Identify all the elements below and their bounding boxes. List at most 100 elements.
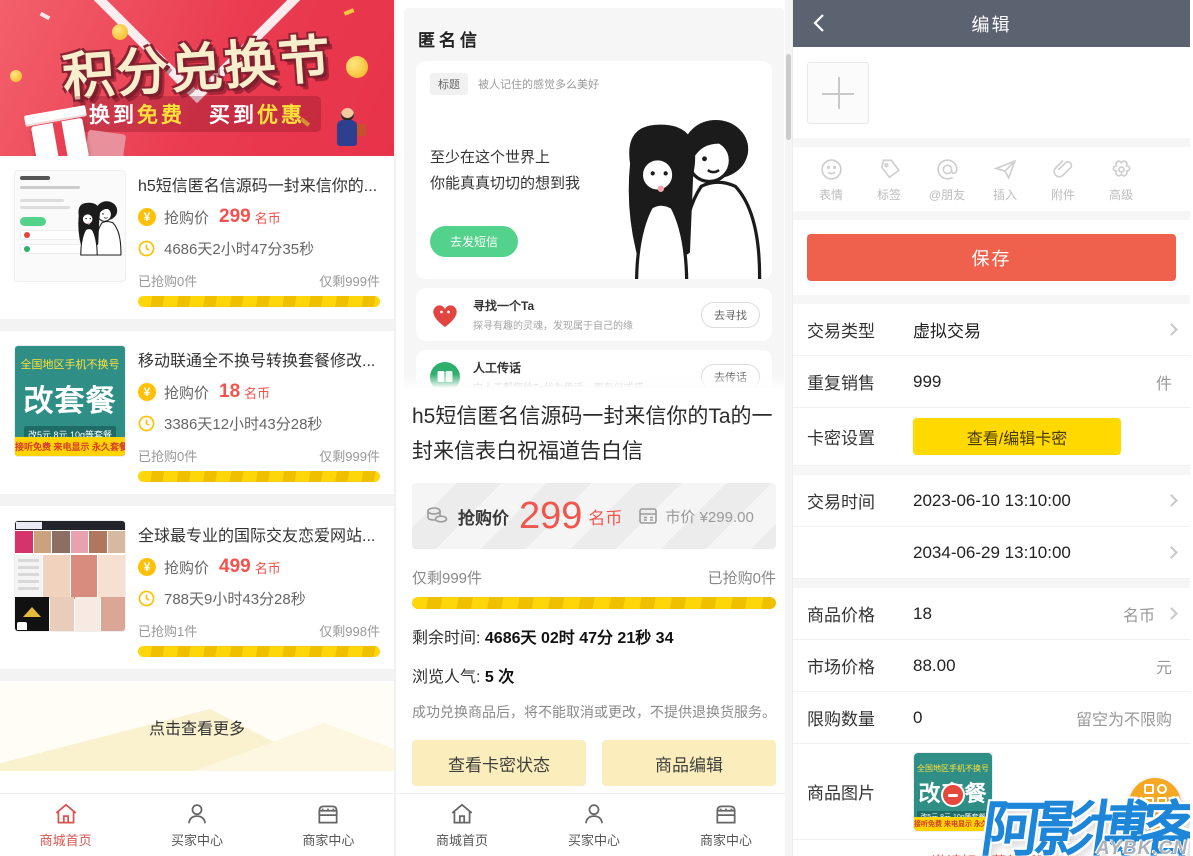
product-card[interactable]: 全球最专业的国际交友恋爱网站... ¥ 抢购价 499 名币 788天9小时43… (0, 506, 394, 669)
chevron-right-icon (1165, 607, 1178, 620)
send-letter-button[interactable]: 去发短信 (430, 226, 518, 257)
tag-tool[interactable]: 标签 (861, 157, 917, 203)
field-purchase-limit[interactable]: 限购数量 0 留空为不限购 (793, 692, 1190, 744)
tab-seller-center[interactable]: 商家中心 (660, 794, 792, 856)
views-value: 5 次 (485, 669, 514, 686)
field-market-price[interactable]: 市场价格 88.00 元 (793, 640, 1190, 692)
coin-deco (112, 24, 128, 40)
field-trade-type[interactable]: 交易类型 虚拟交易 (793, 304, 1190, 356)
preview-tag-text: 被人记住的感觉多么美好 (478, 76, 599, 92)
edit-product-button[interactable]: 商品编辑 (602, 740, 776, 786)
divider-band (793, 579, 1190, 588)
tab-buyer-center[interactable]: 买家中心 (528, 794, 660, 856)
coins-icon (426, 506, 448, 526)
promo-banner[interactable]: 积分兑换节 换到免费 买到优惠 (0, 0, 394, 156)
tab-seller-center[interactable]: 商家中心 (263, 794, 394, 856)
divider-band (0, 669, 394, 681)
purchase-limit-input[interactable]: 0 (913, 708, 1076, 728)
view-edit-cards-button[interactable]: 查看/编辑卡密 (913, 418, 1121, 455)
divider-band (0, 319, 394, 331)
price-box: 抢购价 299 名币 市价 ¥299.00 (412, 483, 776, 549)
countdown-text: 4686天2小时47分35秒 (164, 238, 314, 259)
field-trade-time-end[interactable]: 2034-06-29 13:10:00 (793, 527, 1190, 579)
product-image (14, 520, 126, 632)
view-card-status-button[interactable]: 查看卡密状态 (412, 740, 586, 786)
tab-mall-home[interactable]: 商城首页 (396, 794, 528, 856)
smiley-icon (819, 157, 844, 182)
repeat-sale-input[interactable]: 999 (913, 372, 1156, 392)
chevron-right-icon (1165, 494, 1178, 507)
preview-slogan: 至少在这个世界上 你能真真切切的想到我 (430, 145, 580, 196)
divider-band (793, 466, 1190, 475)
detail-product-title: h5短信匿名信源码一封来信你的Ta的一封来信表白祝福道告白信 (396, 388, 792, 469)
person-icon (581, 801, 607, 827)
remain-count: 仅剩998件 (319, 621, 380, 640)
market-price-input[interactable]: 88.00 (913, 656, 1156, 676)
product-image-thumbnail[interactable]: 全国地区手机不换号 改套餐 改5元 8元 10g等套餐 接听免费 来电显示 永久… (913, 752, 993, 832)
divider-band (793, 295, 1190, 304)
remove-image-button[interactable] (941, 783, 965, 807)
save-button[interactable]: 保存 (807, 234, 1176, 281)
back-icon[interactable] (809, 12, 831, 34)
editor-toolbar: 表情 标签 @朋友 插入 附件 高级 (793, 147, 1190, 211)
progress-bar (138, 296, 380, 307)
paper-plane-icon (993, 157, 1018, 182)
coin-deco (346, 56, 368, 78)
grid-menu-icon (1144, 784, 1167, 807)
invite-friends-link[interactable]: 邀请好友获得奖励 (931, 851, 1051, 856)
currency-label: 名币 (588, 504, 622, 529)
menu-fab-button[interactable]: 菜单 (1129, 778, 1181, 830)
price-label: 抢购价 (164, 207, 209, 228)
store-icon (315, 801, 341, 827)
tab-mall-home[interactable]: 商城首页 (0, 794, 131, 856)
preview-tag: 标题 (430, 73, 468, 95)
product-image (14, 170, 126, 282)
sold-count: 已抢购0件 (138, 446, 197, 465)
preview-letter-card: 标题 被人记住的感觉多么美好 至少在这个世界上 你能真真切切的想到我 去发短信 (416, 61, 772, 279)
advanced-tool[interactable]: 高级 (1093, 157, 1149, 203)
mention-tool[interactable]: @朋友 (919, 157, 975, 203)
field-card-secret: 卡密设置 查看/编辑卡密 (793, 408, 1190, 466)
attachment-tool[interactable]: 附件 (1035, 157, 1091, 203)
at-icon (935, 157, 960, 182)
store-icon (713, 801, 739, 827)
emoji-tool[interactable]: 表情 (803, 157, 859, 203)
load-more-button[interactable]: 点击查看更多 (0, 683, 394, 771)
tag-icon (877, 157, 902, 182)
product-card[interactable]: 全国地区手机不换号 改套餐 改5元 8元 10g等套餐 接听免费 来电显示 永久… (0, 331, 394, 494)
product-price-input[interactable]: 18 (913, 604, 1123, 624)
product-image: 全国地区手机不换号 改套餐 改5元 8元 10g等套餐 接听免费 来电显示 永久… (14, 345, 126, 457)
product-card[interactable]: h5短信匿名信源码一封来信你的... ¥ 抢购价 299 名币 4686天2小时… (0, 156, 394, 319)
panel-edit-form: 编辑 表情 标签 @朋友 插入 附件 (793, 0, 1190, 856)
insert-tool[interactable]: 插入 (977, 157, 1033, 203)
book-icon (428, 360, 462, 389)
product-title: 全球最专业的国际交友恋爱网站... (138, 522, 380, 546)
chevron-right-icon (1165, 323, 1178, 336)
field-trade-time-start[interactable]: 交易时间 2023-06-10 13:10:00 (793, 475, 1190, 527)
couple-illustration (582, 107, 772, 279)
home-icon (53, 801, 79, 827)
cartoon-person-deco (334, 108, 360, 152)
go-find-button[interactable]: 去寻找 (701, 302, 760, 328)
countdown-text: 3386天12小时43分28秒 (164, 413, 322, 434)
preview-list-item[interactable]: 寻找一个Ta 探寻有趣的灵魂，发现属于自己的缘 去寻找 (416, 288, 772, 341)
price-label: 抢购价 (164, 557, 209, 578)
banner-subtitle: 换到免费 买到优惠 (73, 96, 321, 132)
field-product-price[interactable]: 商品价格 18 名币 (793, 588, 1190, 640)
panel-product-detail: 匿名信 标题 被人记住的感觉多么美好 至少在这个世界上 你能真真切切的想到我 去… (396, 0, 793, 856)
scrollbar-thumb[interactable] (786, 54, 791, 140)
chevron-right-icon (1165, 546, 1178, 559)
preview-list-item[interactable]: 人工传话 由人工帮您给Ta代为传话，更有仪式感 去传话 (416, 350, 772, 388)
scrollbar-track[interactable] (785, 0, 792, 856)
clock-icon (138, 240, 155, 257)
product-title: h5短信匿名信源码一封来信你的... (138, 172, 380, 196)
go-relay-button[interactable]: 去传话 (701, 364, 760, 389)
add-image-button[interactable] (807, 62, 869, 124)
tab-buyer-center[interactable]: 买家中心 (131, 794, 262, 856)
coin-icon: ¥ (138, 383, 156, 401)
clock-icon (138, 415, 155, 432)
sold-count: 已抢购0件 (138, 271, 197, 290)
currency-label: 名币 (255, 208, 281, 227)
field-repeat-sale[interactable]: 重复销售 999 件 (793, 356, 1190, 408)
clock-icon (138, 590, 155, 607)
